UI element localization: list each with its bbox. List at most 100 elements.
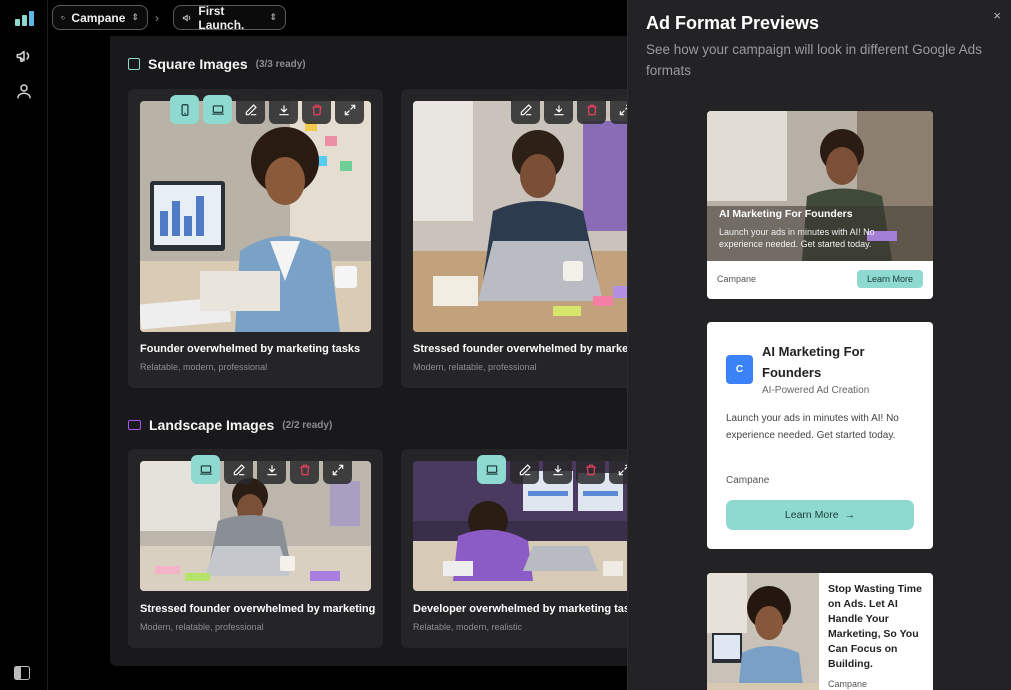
app-logo-icon[interactable] — [15, 10, 37, 26]
ad-headline: AI Marketing For Founders — [719, 208, 853, 220]
section-count: (3/3 ready) — [255, 58, 306, 70]
campaign-selector[interactable]: First Launch. ⇕ — [173, 3, 286, 32]
desktop-preview-button[interactable] — [477, 455, 506, 484]
download-button[interactable] — [543, 455, 572, 484]
chevron-updown-icon: ⇕ — [269, 12, 277, 22]
workspace-name: Campane — [71, 10, 126, 25]
mobile-preview-button[interactable] — [170, 95, 199, 124]
chevron-updown-icon: ⇕ — [131, 12, 139, 22]
image-toolbar — [477, 455, 638, 484]
edit-button[interactable] — [511, 95, 540, 124]
megaphone-icon — [182, 14, 191, 21]
user-icon[interactable] — [12, 79, 36, 103]
edit-icon — [519, 463, 531, 475]
ad-image — [707, 573, 819, 690]
edit-icon — [233, 463, 245, 475]
image-tags: Modern, relatable, professional — [140, 622, 264, 632]
trash-icon — [586, 104, 597, 115]
expand-button[interactable] — [323, 455, 352, 484]
delete-button[interactable] — [577, 95, 606, 124]
arrow-right-icon: → — [844, 509, 856, 521]
ad-headline: Stop Wasting Time on Ads. Let AI Handle … — [828, 583, 922, 670]
app-root: Campane ⇕ › First Launch. ⇕ Square Image… — [0, 0, 1011, 690]
download-icon — [552, 464, 563, 475]
ad-headline: AI Marketing For Founders — [762, 344, 865, 380]
image-card[interactable]: Stressed founder overwhelmed by marketin… — [128, 449, 383, 648]
ad-body: Launch your ads in minutes with AI! No e… — [719, 227, 875, 249]
image-toolbar — [170, 95, 364, 124]
edit-button[interactable] — [224, 455, 253, 484]
panel-subtitle: See how your campaign will look in diffe… — [646, 42, 982, 78]
landscape-icon — [128, 420, 141, 430]
desktop-preview-button[interactable] — [191, 455, 220, 484]
trash-icon — [299, 464, 310, 475]
edit-icon — [520, 103, 532, 115]
sidebar-toggle-icon[interactable] — [14, 666, 32, 680]
ad-brand: Campane — [717, 274, 757, 284]
campaign-name: First Launch. — [198, 3, 245, 32]
download-icon — [278, 104, 289, 115]
ad-brand: Campane — [828, 679, 868, 689]
laptop-icon — [211, 104, 224, 115]
expand-button[interactable] — [335, 95, 364, 124]
image-caption: Stressed founder overwhelmed by marketin… — [140, 603, 376, 615]
ad-preview-side-image[interactable]: Stop Wasting Time on Ads. Let AI Handle … — [707, 573, 933, 690]
megaphone-icon[interactable] — [12, 44, 36, 68]
trash-icon — [585, 464, 596, 475]
image-toolbar — [511, 95, 639, 124]
laptop-icon — [485, 464, 498, 475]
ad-preview-text[interactable]: C AI Marketing For Founders AI-Powered A… — [707, 322, 933, 549]
image-toolbar — [191, 455, 352, 484]
ad-subline: AI-Powered Ad Creation — [762, 385, 870, 396]
breadcrumb-separator-icon: › — [155, 11, 159, 25]
expand-icon — [332, 464, 343, 475]
brand-logo: C — [726, 355, 753, 384]
delete-button[interactable] — [302, 95, 331, 124]
laptop-icon — [199, 464, 212, 475]
phone-icon — [181, 103, 188, 116]
learn-more-button[interactable]: Learn More → — [726, 500, 914, 530]
edit-button[interactable] — [236, 95, 265, 124]
image-card[interactable]: Stressed founder overwhelmed by marketi … — [401, 89, 650, 388]
square-icon — [128, 58, 140, 70]
image-caption: Founder overwhelmed by marketing tasks — [140, 343, 361, 355]
desktop-preview-button[interactable] — [203, 95, 232, 124]
image-tags: Modern, relatable, professional — [413, 362, 537, 372]
edit-icon — [245, 103, 257, 115]
delete-button[interactable] — [576, 455, 605, 484]
image-caption: Developer overwhelmed by marketing task — [413, 603, 637, 615]
download-icon — [553, 104, 564, 115]
image-caption: Stressed founder overwhelmed by marketi — [413, 343, 635, 355]
ad-preview-overlay[interactable]: AI Marketing For Founders Launch your ad… — [707, 111, 933, 299]
delete-button[interactable] — [290, 455, 319, 484]
ad-brand: Campane — [726, 475, 770, 486]
download-button[interactable] — [544, 95, 573, 124]
square-section-header: Square Images (3/3 ready) — [128, 56, 306, 72]
generated-image[interactable] — [413, 101, 650, 332]
panel-title: Ad Format Previews — [646, 13, 820, 33]
left-rail — [0, 0, 48, 690]
learn-more-button[interactable]: Learn More — [857, 270, 923, 288]
learn-more-label: Learn More — [784, 509, 839, 521]
ad-body: Launch your ads in minutes with AI! No e… — [726, 413, 899, 441]
generated-image[interactable] — [140, 101, 371, 332]
image-gallery: Square Images (3/3 ready) Founder overwh… — [110, 36, 650, 666]
section-title: Landscape Images — [149, 417, 275, 433]
section-count: (2/2 ready) — [282, 419, 333, 431]
section-title: Square Images — [148, 56, 248, 72]
image-tags: Relatable, modern, realistic — [413, 622, 523, 632]
ad-previews-panel: Ad Format Previews See how your campaign… — [627, 0, 1011, 690]
image-tags: Relatable, modern, professional — [140, 362, 268, 372]
image-card[interactable]: Founder overwhelmed by marketing tasks R… — [128, 89, 383, 388]
download-button[interactable] — [269, 95, 298, 124]
edit-button[interactable] — [510, 455, 539, 484]
landscape-section-header: Landscape Images (2/2 ready) — [128, 417, 332, 433]
workspace-selector[interactable]: Campane ⇕ — [52, 5, 148, 30]
expand-icon — [344, 104, 355, 115]
image-card[interactable]: Developer overwhelmed by marketing task … — [401, 449, 650, 648]
tag-icon — [61, 15, 66, 20]
download-button[interactable] — [257, 455, 286, 484]
trash-icon — [311, 104, 322, 115]
download-icon — [266, 464, 277, 475]
close-icon[interactable]: × — [993, 8, 1001, 23]
